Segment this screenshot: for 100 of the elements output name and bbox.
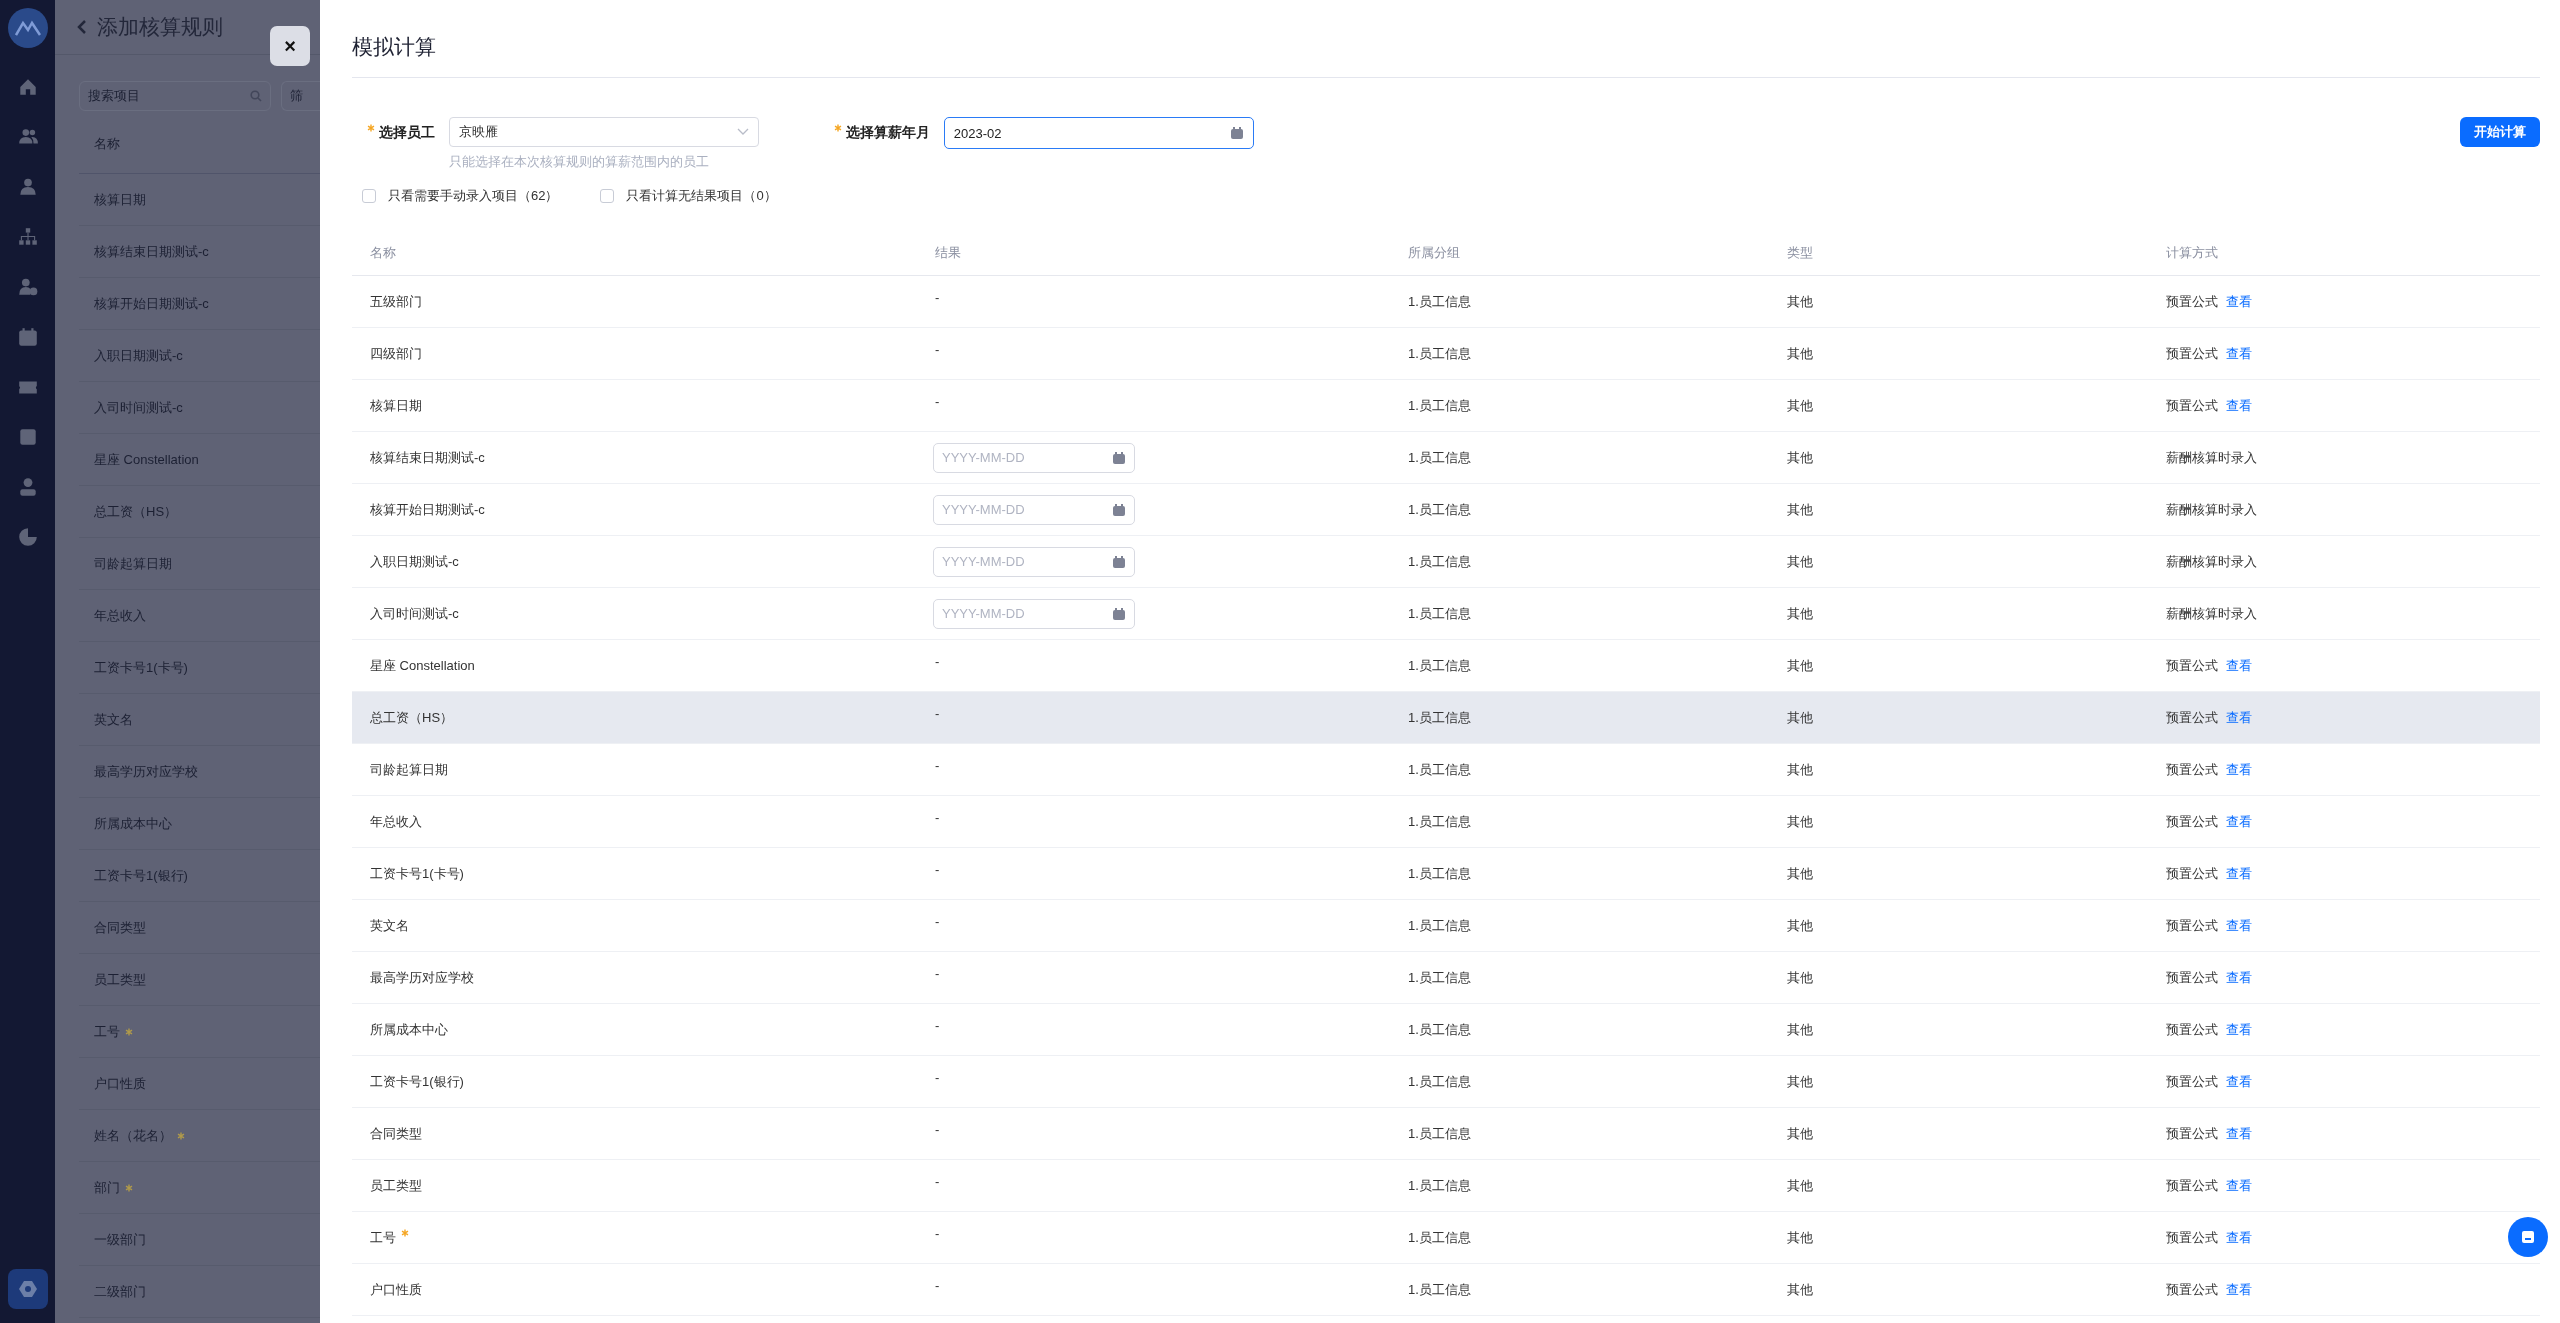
table-cell-text: 其他	[1787, 1176, 1814, 1195]
table-cell-text: 1.员工信息	[1408, 1124, 1472, 1143]
calendar-icon	[1112, 502, 1126, 517]
close-button[interactable]: ×	[270, 26, 310, 66]
date-field[interactable]: YYYY-MM-DD	[933, 494, 1135, 525]
view-link[interactable]: 查看	[2226, 916, 2252, 935]
pie-chart-icon[interactable]	[16, 526, 39, 548]
table-cell: 预置公式	[2166, 656, 2218, 675]
table-cell-text: 1.员工信息	[1408, 396, 1472, 415]
view-link[interactable]: 查看	[2226, 1176, 2252, 1195]
table-cell-text: 1.员工信息	[1408, 656, 1472, 675]
checkbox[interactable]	[362, 189, 376, 203]
calendar-icon	[1112, 554, 1126, 569]
table-cell-text: 其他	[1787, 1124, 1814, 1143]
chevron-down-icon	[736, 128, 749, 136]
table-cell-text: 1.员工信息	[1408, 1176, 1472, 1195]
checkbox-label: 只看需要手动录入项目（62）	[388, 187, 559, 205]
search-field[interactable]: 搜索项目	[79, 81, 272, 111]
table-cell-text: 户口性质	[370, 1280, 423, 1299]
table-cell-text: -	[935, 1069, 941, 1085]
logo-icon[interactable]	[7, 8, 48, 48]
date-field[interactable]: YYYY-MM-DD	[933, 598, 1135, 629]
view-link[interactable]: 查看	[2226, 1280, 2252, 1299]
table-cell-text: 其他	[1787, 448, 1814, 467]
table-cell-text: 英文名	[370, 916, 410, 935]
table-cell-text: 其他	[1787, 968, 1814, 987]
table-cell-text: -	[935, 1277, 941, 1293]
search-icon	[250, 90, 263, 102]
table-cell-text: -	[935, 861, 941, 877]
column-header: 所属分组	[1408, 244, 1461, 262]
settings-icon[interactable]	[7, 1269, 48, 1309]
checkbox-label: 只看计算无结果项目（0）	[626, 187, 777, 205]
start-button[interactable]: 开始计算	[2460, 117, 2540, 147]
table-cell-text: 四级部门	[370, 344, 423, 363]
column-header: 计算方式	[2166, 244, 2219, 262]
table-cell: 预置公式	[2166, 916, 2218, 935]
view-link[interactable]: 查看	[2226, 1124, 2252, 1143]
table-cell-text: 合同类型	[370, 1124, 423, 1143]
table-cell-text: 1.员工信息	[1408, 864, 1472, 883]
table-cell-text: 1.员工信息	[1408, 1280, 1472, 1299]
table-cell-text: 核算结束日期测试-c	[370, 448, 486, 467]
table-cell: 预置公式	[2166, 1176, 2218, 1195]
table-cell-text: -	[935, 393, 941, 409]
view-link[interactable]: 查看	[2226, 656, 2252, 675]
back-icon[interactable]	[77, 19, 87, 35]
calendar-icon	[1112, 450, 1126, 465]
view-link[interactable]: 查看	[2226, 396, 2252, 415]
note-icon	[2521, 1230, 2535, 1244]
date-field[interactable]: YYYY-MM-DD	[933, 442, 1135, 473]
view-link[interactable]: 查看	[2226, 1020, 2252, 1039]
table-cell-text: -	[935, 757, 941, 773]
date-field[interactable]: YYYY-MM-DD	[933, 546, 1135, 577]
table-cell-text: 1.员工信息	[1408, 500, 1472, 519]
table-cell-text: 1.员工信息	[1408, 916, 1472, 935]
table-cell-text: 1.员工信息	[1408, 708, 1472, 727]
table-cell: 预置公式	[2166, 968, 2218, 987]
table-cell-text: 1.员工信息	[1408, 344, 1472, 363]
table-cell: 预置公式	[2166, 396, 2218, 415]
view-link[interactable]: 查看	[2226, 968, 2252, 987]
user-add-icon[interactable]	[16, 276, 39, 298]
table-cell-text: 1.员工信息	[1408, 448, 1472, 467]
table-cell-text: 其他	[1787, 292, 1814, 311]
table-cell: 预置公式	[2166, 1020, 2218, 1039]
table-cell-text: -	[935, 965, 941, 981]
table-cell-text: -	[935, 1017, 941, 1033]
table-cell-text: 其他	[1787, 552, 1814, 571]
table-cell: 预置公式	[2166, 344, 2218, 363]
field-hint: 只能选择在本次核算规则的算薪范围内的员工	[448, 153, 710, 171]
view-link[interactable]: 查看	[2226, 1228, 2252, 1247]
calendar-icon	[1229, 126, 1244, 140]
view-link[interactable]: 查看	[2226, 292, 2252, 311]
drawer-title: 模拟计算	[352, 0, 2540, 78]
table-cell-text: 1.员工信息	[1408, 760, 1472, 779]
checkbox[interactable]	[600, 189, 615, 203]
table-cell-text: 1.员工信息	[1408, 1072, 1472, 1091]
table-cell-text: 核算开始日期测试-c	[370, 500, 486, 519]
table-cell-text: -	[935, 705, 941, 721]
table-cell-text: 入职日期测试-c	[370, 552, 460, 571]
table-cell-text: 最高学历对应学校	[370, 968, 475, 987]
table-cell-text: 入司时间测试-c	[370, 604, 460, 623]
table-cell-text: 其他	[1787, 604, 1814, 623]
view-link[interactable]: 查看	[2226, 864, 2252, 883]
table-cell-text: 其他	[1787, 1228, 1814, 1247]
month-field[interactable]: 2023-02	[943, 117, 1254, 149]
employee-select[interactable]: 京映雁	[448, 117, 759, 147]
table-cell: 预置公式	[2166, 864, 2218, 883]
table-cell: 预置公式	[2166, 292, 2218, 311]
view-link[interactable]: 查看	[2226, 760, 2252, 779]
calendar-icon[interactable]	[16, 326, 39, 348]
table-cell-text: -	[935, 1173, 941, 1189]
table-cell-text: -	[935, 289, 941, 305]
table-cell-text: -	[935, 341, 941, 357]
table-cell-text: 核算日期	[370, 396, 423, 415]
org-chart-icon[interactable]	[16, 226, 39, 248]
view-link[interactable]: 查看	[2226, 1072, 2252, 1091]
view-link[interactable]: 查看	[2226, 812, 2252, 831]
view-link[interactable]: 查看	[2226, 344, 2252, 363]
view-link[interactable]: 查看	[2226, 708, 2252, 727]
table-cell-text: 员工类型	[370, 1176, 423, 1195]
table-cell: 工号	[370, 1228, 935, 1247]
